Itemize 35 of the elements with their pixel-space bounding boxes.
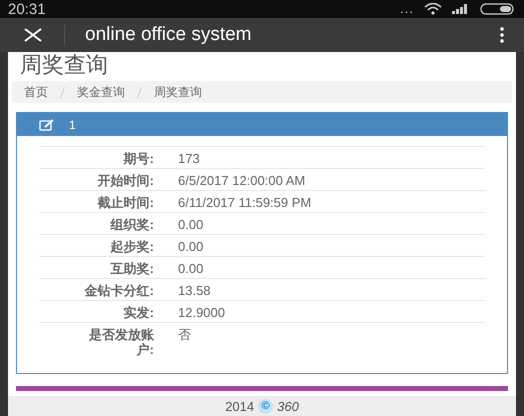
field-value: 13.58 (178, 283, 211, 298)
breadcrumb-link[interactable]: 周奖查询 (154, 84, 202, 100)
field-label: 期号: (122, 151, 155, 166)
copyright-mark: © (258, 398, 274, 414)
field-value: 12.9000 (178, 305, 225, 320)
field-value: 6/5/2017 12:00:00 AM (178, 173, 306, 188)
close-icon[interactable] (24, 28, 42, 42)
field-value: 0.00 (178, 239, 204, 254)
field-label: 实发: (122, 305, 155, 320)
panel-title: 1 (69, 118, 76, 132)
field-label: 互助奖: (110, 261, 155, 276)
field-label: 是否发放账户: (88, 327, 155, 357)
field-label: 截止时间: (96, 195, 155, 210)
field-value: 6/11/2017 11:59:59 PM (178, 195, 312, 210)
field-label: 开始时间: (96, 173, 155, 188)
breadcrumb-link[interactable]: 奖金查询 (77, 84, 125, 100)
menu-icon[interactable] (500, 27, 504, 43)
signal-icon (452, 4, 470, 14)
field-value: 173 (178, 151, 200, 166)
footer-brand: 360 (277, 398, 299, 414)
field-label: 起步奖: (110, 239, 155, 254)
field-value: 0.00 (178, 261, 204, 276)
edit-icon (39, 118, 55, 130)
wifi-icon (424, 3, 442, 15)
breadcrumb-link[interactable]: 首页 (24, 84, 48, 100)
page-title: 周奖查询 (20, 53, 109, 77)
field-label: 组织奖: (109, 217, 155, 232)
field-value: 0.00 (178, 217, 204, 232)
notification-dots: ... (400, 4, 414, 14)
clock-time: 20:31 (8, 0, 46, 18)
field-label: 金钻卡分红: (84, 283, 155, 298)
battery-icon (480, 3, 516, 15)
footer-year: 2014 (225, 398, 254, 414)
field-value: 否 (178, 327, 191, 342)
app-title: online office system (85, 24, 253, 46)
